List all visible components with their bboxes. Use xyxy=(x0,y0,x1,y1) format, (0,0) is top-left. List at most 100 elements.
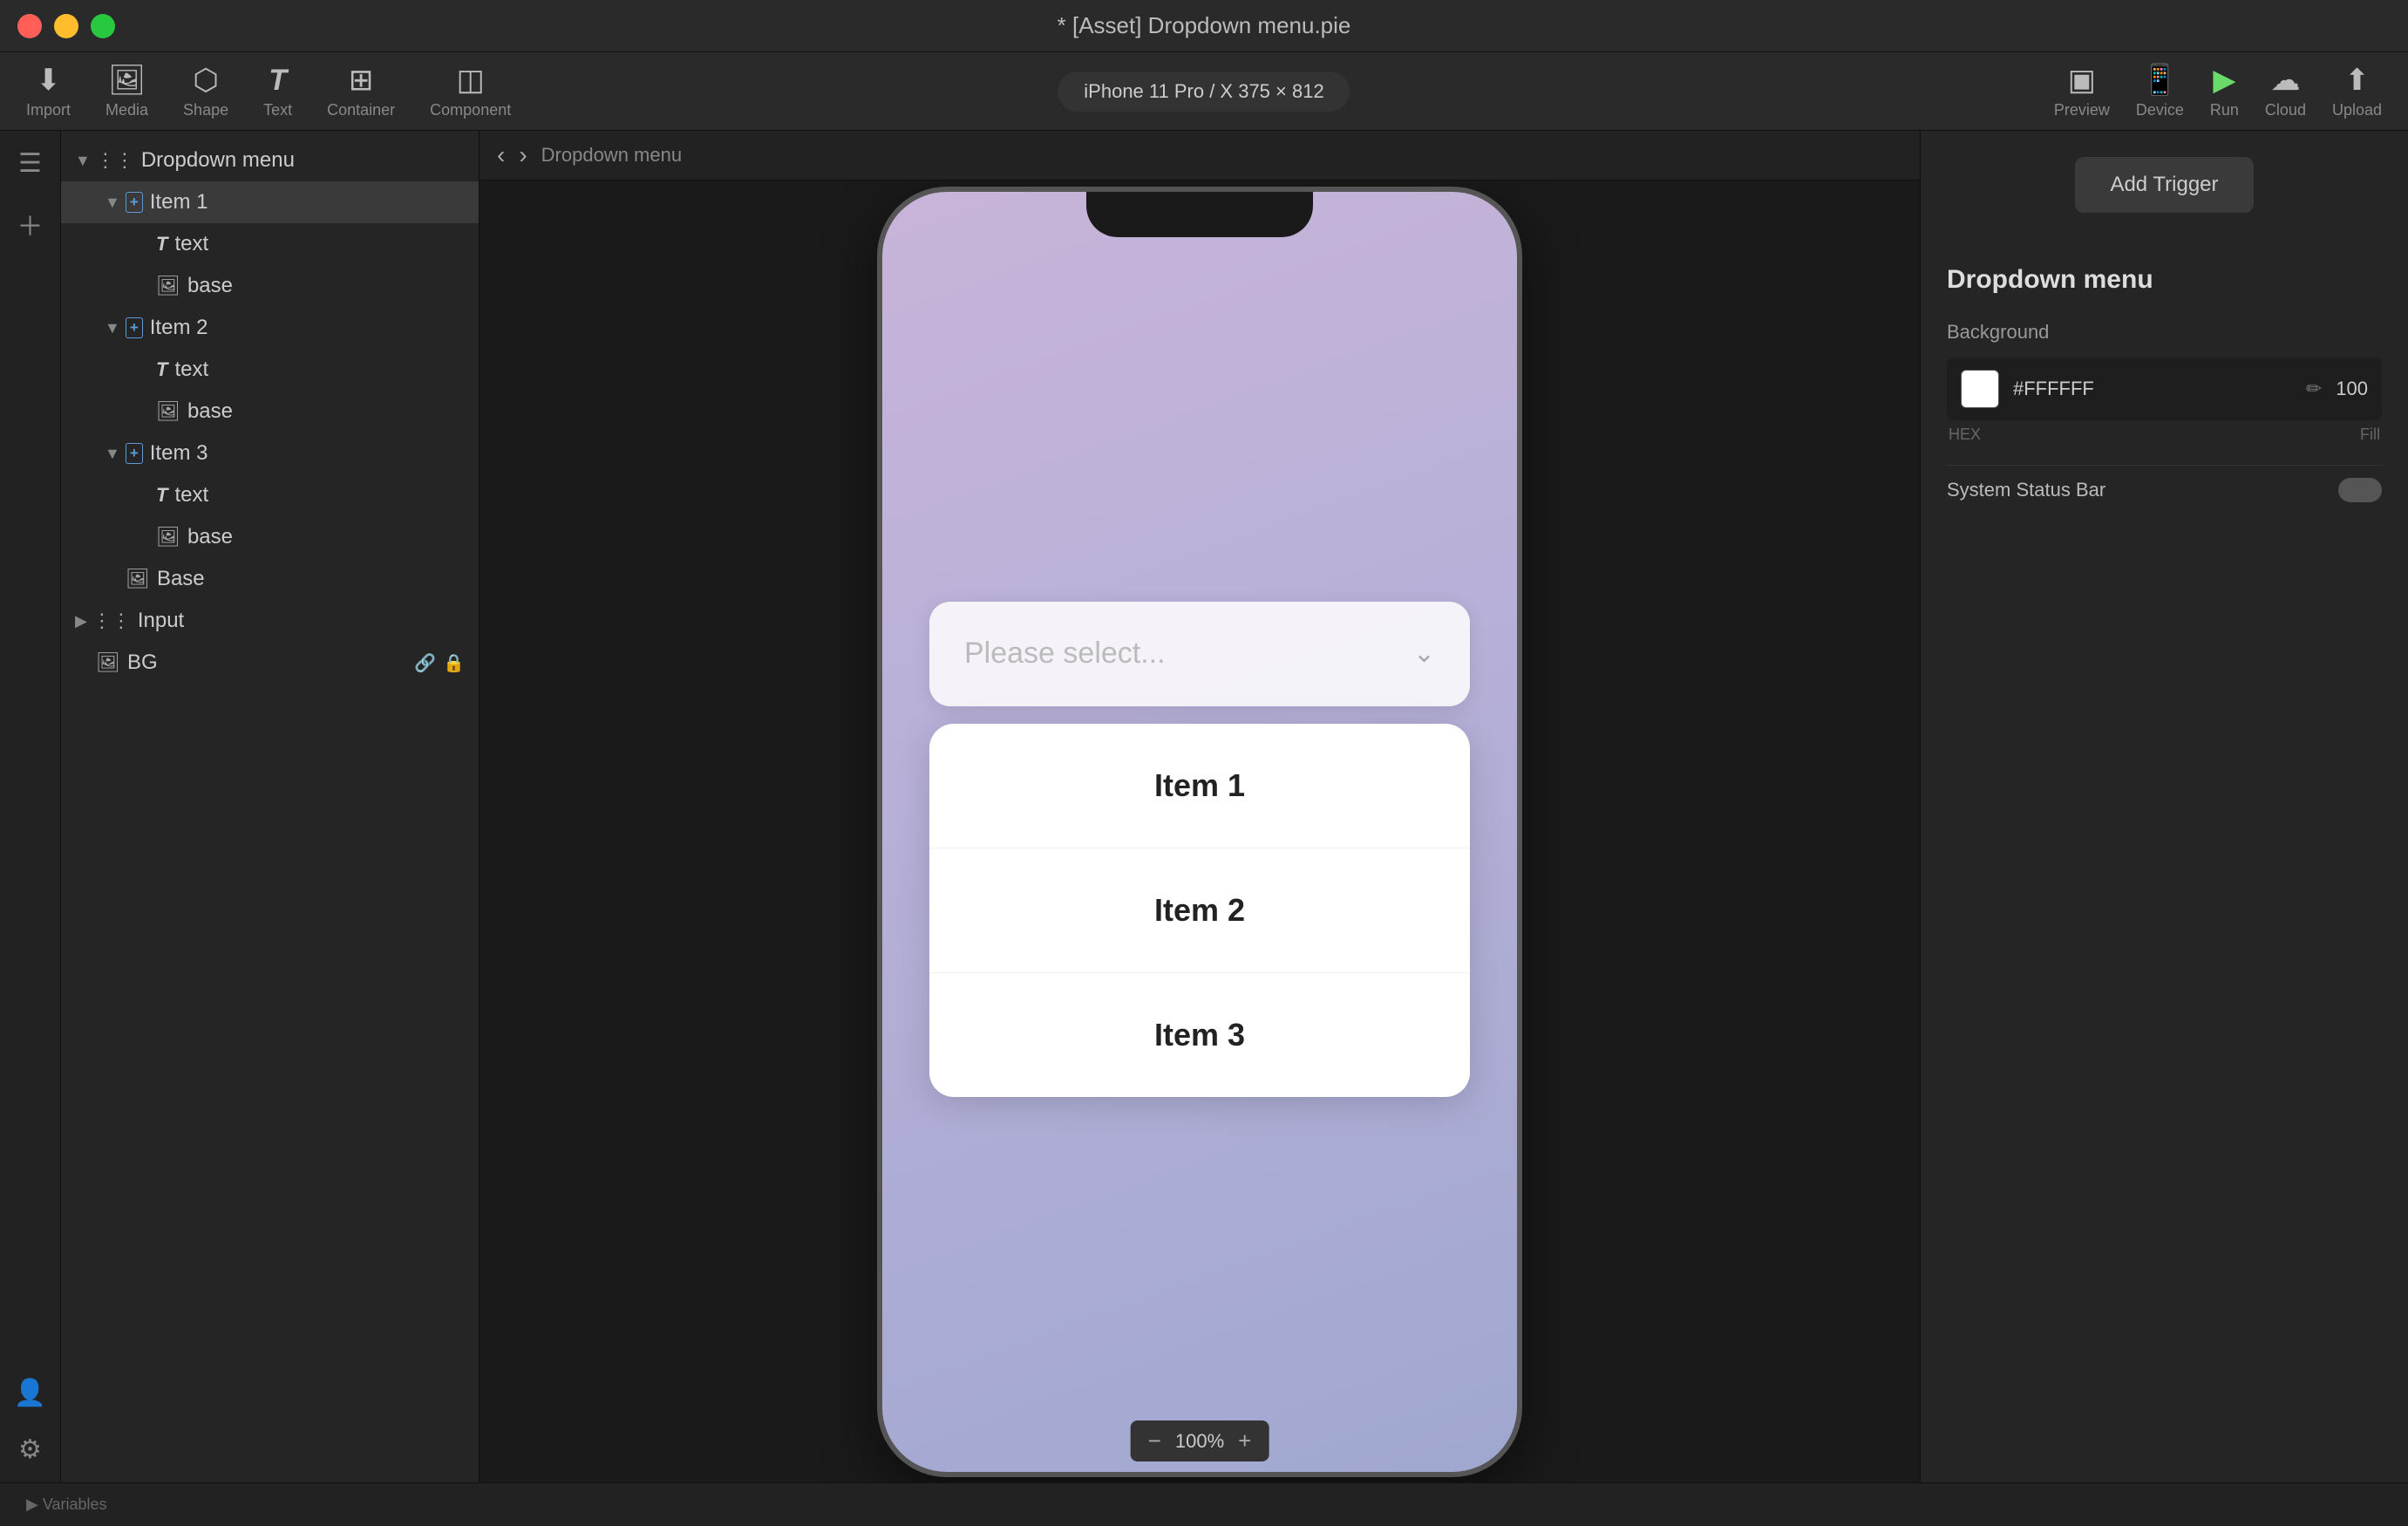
panels-toggle[interactable]: ☰ xyxy=(18,148,42,179)
add-layer-button[interactable]: ＋ xyxy=(17,205,44,243)
zoom-out-button[interactable]: − xyxy=(1148,1427,1161,1454)
grid-icon: ⋮⋮ xyxy=(92,610,131,632)
canvas-nav: ‹ › Dropdown menu xyxy=(480,131,1920,181)
import-icon: ⬇ xyxy=(36,63,61,98)
user-icon[interactable]: 👤 xyxy=(14,1378,46,1408)
text-icon: T xyxy=(156,358,167,381)
layer-name: Item 2 xyxy=(150,316,465,340)
phone-notch xyxy=(1086,192,1313,237)
run-label: Run xyxy=(2210,101,2239,119)
preview-tool[interactable]: ▣ Preview xyxy=(2054,63,2110,119)
right-panel-title: Dropdown menu xyxy=(1947,265,2382,295)
chevron-icon: ▼ xyxy=(105,194,120,212)
layer-item1-text[interactable]: T text xyxy=(61,223,479,265)
variables-toggle[interactable]: ▶ Variables xyxy=(26,1495,107,1514)
canvas-viewport[interactable]: Please select... ⌄ Item 1 Item 2 Item 3 xyxy=(480,181,1920,1482)
dropdown-item-1[interactable]: Item 1 xyxy=(929,724,1470,848)
layer-item1[interactable]: ▼ + Item 1 xyxy=(61,181,479,223)
layer-name: BG xyxy=(127,651,414,675)
add-trigger-button[interactable]: Add Trigger xyxy=(2075,157,2253,213)
text-icon: T xyxy=(156,233,167,255)
close-button[interactable] xyxy=(17,14,42,38)
layer-actions: 🔗 🔒 xyxy=(414,652,465,674)
status-bar: ▶ Variables xyxy=(0,1482,2408,1526)
dropdown-select[interactable]: Please select... ⌄ xyxy=(929,602,1470,706)
dropdown-item-2[interactable]: Item 2 xyxy=(929,848,1470,973)
maximize-button[interactable] xyxy=(91,14,115,38)
image-icon: 🖼 xyxy=(96,651,120,674)
device-icon: 📱 xyxy=(2141,63,2178,98)
nav-back-button[interactable]: ‹ xyxy=(497,141,505,169)
layer-name: base xyxy=(187,399,465,424)
settings-icon[interactable]: ⚙ xyxy=(18,1434,42,1465)
chevron-icon: ▼ xyxy=(105,319,120,337)
layer-item3-base[interactable]: 🖼 base xyxy=(61,516,479,558)
cloud-icon: ☁ xyxy=(2270,63,2300,98)
zoom-in-button[interactable]: + xyxy=(1238,1427,1251,1454)
chevron-icon: ▼ xyxy=(75,152,91,170)
titlebar: * [Asset] Dropdown menu.pie xyxy=(0,0,2408,52)
dropdown-menu: Item 1 Item 2 Item 3 xyxy=(929,724,1470,1097)
layer-item2-text[interactable]: T text xyxy=(61,349,479,391)
layer-tree: ▼ ⋮⋮ Dropdown menu ▼ + Item 1 T text 🖼 b… xyxy=(61,131,479,692)
layer-name: text xyxy=(174,483,465,508)
left-icon-bar: ☰ ＋ 👤 ⚙ xyxy=(0,131,61,1482)
phone-content: Please select... ⌄ Item 1 Item 2 Item 3 xyxy=(882,244,1517,1472)
layer-name: Item 3 xyxy=(150,441,465,466)
component-icon: + xyxy=(126,192,143,213)
color-row: #FFFFFF ✏ 100 xyxy=(1947,358,2382,420)
layer-dropdown-menu[interactable]: ▼ ⋮⋮ Dropdown menu xyxy=(61,140,479,181)
media-label: Media xyxy=(105,101,148,119)
edit-color-icon[interactable]: ✏ xyxy=(2306,378,2322,400)
container-icon: ⊞ xyxy=(349,63,374,98)
layer-input[interactable]: ▶ ⋮⋮ Input xyxy=(61,600,479,642)
layer-item2[interactable]: ▼ + Item 2 xyxy=(61,307,479,349)
lock-icon: 🔒 xyxy=(443,652,465,674)
color-swatch[interactable] xyxy=(1961,370,1999,408)
background-label: Background xyxy=(1947,321,2382,344)
layer-item2-base[interactable]: 🖼 base xyxy=(61,391,479,433)
layer-name: text xyxy=(174,358,465,382)
toolbar-right: ▣ Preview 📱 Device ▶ Run ☁ Cloud ⬆ Uploa… xyxy=(2054,63,2382,119)
layer-name: text xyxy=(174,232,465,256)
component-tool[interactable]: ◫ Component xyxy=(430,63,511,119)
device-tool[interactable]: 📱 Device xyxy=(2136,63,2184,119)
system-status-toggle[interactable] xyxy=(2338,478,2382,502)
text-icon: T xyxy=(269,64,287,98)
phone-frame: Please select... ⌄ Item 1 Item 2 Item 3 xyxy=(877,187,1522,1477)
nav-forward-button[interactable]: › xyxy=(519,141,527,169)
container-tool[interactable]: ⊞ Container xyxy=(327,63,395,119)
layer-item3-text[interactable]: T text xyxy=(61,474,479,516)
dropdown-item-3[interactable]: Item 3 xyxy=(929,973,1470,1097)
left-panel: ▼ ⋮⋮ Dropdown menu ▼ + Item 1 T text 🖼 b… xyxy=(61,131,480,1482)
upload-tool[interactable]: ⬆ Upload xyxy=(2332,63,2382,119)
layer-item1-base[interactable]: 🖼 base xyxy=(61,265,479,307)
shape-icon: ⬡ xyxy=(193,63,219,98)
fill-value: 100 xyxy=(2336,378,2368,400)
hex-label: HEX xyxy=(1949,426,1981,444)
component-icon: + xyxy=(126,317,143,338)
import-label: Import xyxy=(26,101,71,119)
toolbar-left: ⬇ Import 🖼 Media ⬡ Shape T Text ⊞ Contai… xyxy=(26,63,511,119)
text-tool[interactable]: T Text xyxy=(263,64,292,119)
shape-tool[interactable]: ⬡ Shape xyxy=(183,63,228,119)
minimize-button[interactable] xyxy=(54,14,78,38)
text-label: Text xyxy=(263,101,292,119)
layer-base[interactable]: 🖼 Base xyxy=(61,558,479,600)
layer-bg[interactable]: 🖼 BG 🔗 🔒 xyxy=(61,642,479,684)
shape-label: Shape xyxy=(183,101,228,119)
chevron-icon: ▼ xyxy=(105,445,120,463)
component-icon: ◫ xyxy=(457,63,485,98)
layer-item3[interactable]: ▼ + Item 3 xyxy=(61,433,479,474)
cloud-tool[interactable]: ☁ Cloud xyxy=(2265,63,2306,119)
run-icon: ▶ xyxy=(2213,63,2235,98)
import-tool[interactable]: ⬇ Import xyxy=(26,63,71,119)
image-icon: 🖼 xyxy=(156,275,180,297)
run-tool[interactable]: ▶ Run xyxy=(2210,63,2239,119)
media-tool[interactable]: 🖼 Media xyxy=(105,63,148,119)
component-label: Component xyxy=(430,101,511,119)
layer-name: Input xyxy=(138,609,465,633)
device-selector[interactable]: iPhone 11 Pro / X 375 × 812 xyxy=(1058,72,1350,112)
window-controls xyxy=(17,14,115,38)
top-toolbar: ⬇ Import 🖼 Media ⬡ Shape T Text ⊞ Contai… xyxy=(0,52,2408,131)
